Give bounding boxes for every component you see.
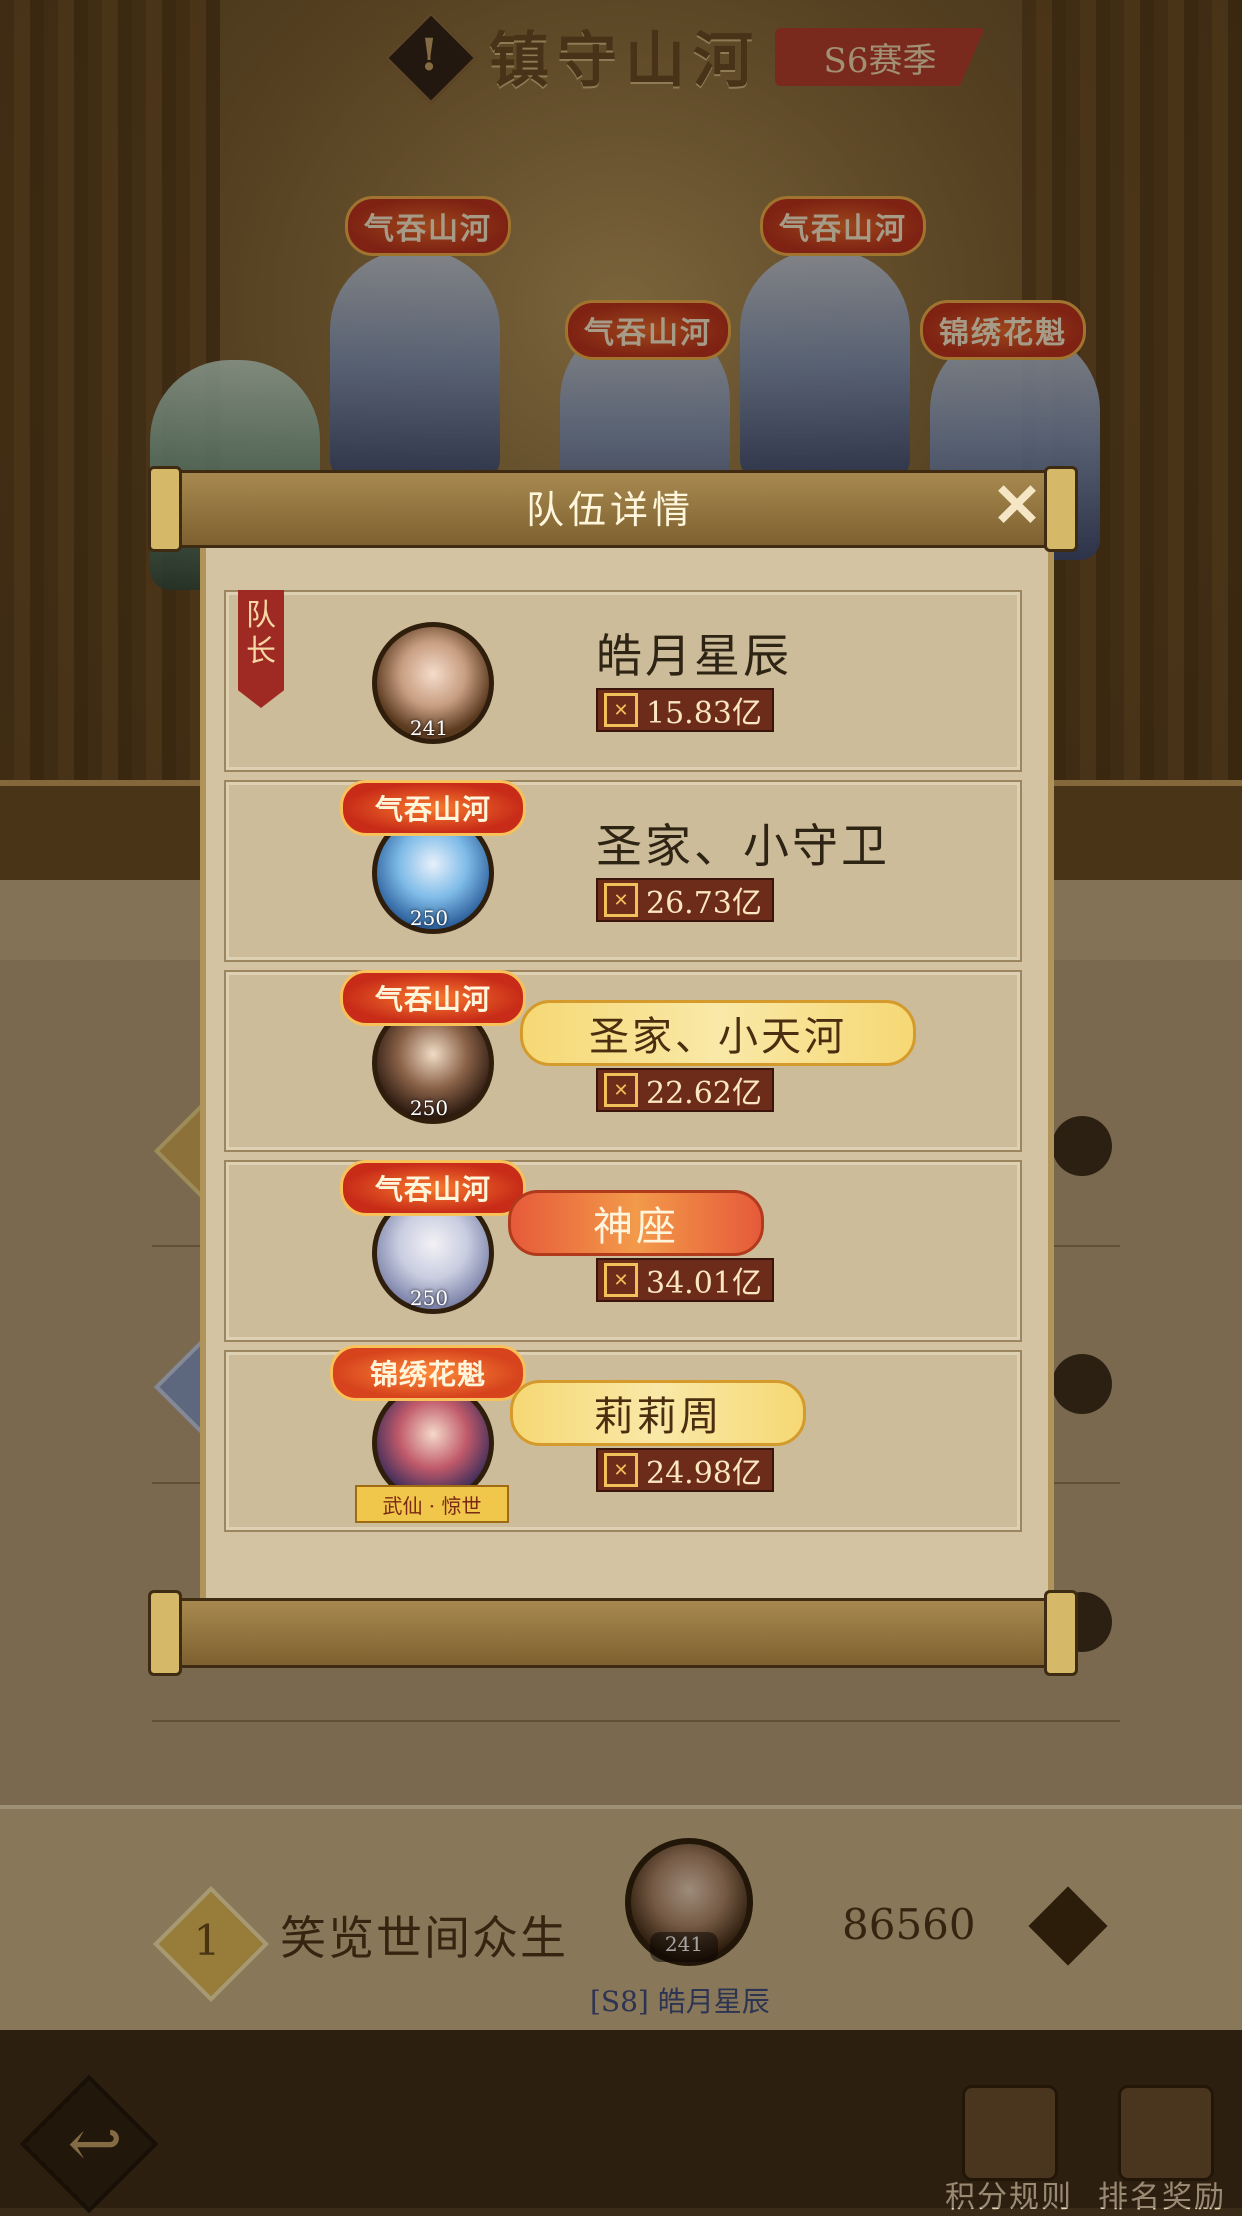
power-chip: ✕ 15.83亿 xyxy=(596,688,774,732)
member-name: 皓月星辰 xyxy=(596,629,792,683)
power-icon: ✕ xyxy=(604,1453,638,1487)
member-name: 神座 xyxy=(593,1204,679,1250)
member-name: 圣家、小天河 xyxy=(589,1014,847,1060)
power-chip: ✕ 26.73亿 xyxy=(596,878,774,922)
power-chip: ✕ 24.98亿 xyxy=(596,1448,774,1492)
member-title-badge: 锦绣花魁 xyxy=(330,1345,526,1401)
member-level: 241 xyxy=(409,716,449,740)
power-icon: ✕ xyxy=(604,693,638,727)
power-icon: ✕ xyxy=(604,1073,638,1107)
member-title-badge: 气吞山河 xyxy=(340,970,526,1026)
member-power: 22.62亿 xyxy=(646,1076,762,1111)
member-title-badge: 气吞山河 xyxy=(340,780,526,836)
scroll-end-cap xyxy=(148,1590,182,1676)
modal-title: 队伍详情 xyxy=(525,487,694,532)
member-power: 15.83亿 xyxy=(646,696,762,731)
member-level: 250 xyxy=(409,906,449,930)
member-sub-tag: 武仙 · 惊世 xyxy=(355,1485,509,1523)
power-icon: ✕ xyxy=(604,883,638,917)
power-icon: ✕ xyxy=(604,1263,638,1297)
power-chip: ✕ 22.62亿 xyxy=(596,1068,774,1112)
close-icon[interactable]: ✕ xyxy=(985,471,1049,541)
member-name-banner: 神座 xyxy=(508,1190,764,1256)
member-level: 250 xyxy=(409,1286,449,1310)
member-title-badge: 气吞山河 xyxy=(340,1160,526,1216)
power-chip: ✕ 34.01亿 xyxy=(596,1258,774,1302)
member-power: 24.98亿 xyxy=(646,1456,762,1491)
member-level: 250 xyxy=(409,1096,449,1120)
member-power: 34.01亿 xyxy=(646,1266,762,1301)
scroll-end-cap xyxy=(1044,1590,1078,1676)
member-name: 圣家、小守卫 xyxy=(596,819,890,873)
member-name-banner: 莉莉周 xyxy=(510,1380,806,1446)
captain-label: 队长 xyxy=(246,598,276,669)
member-name: 莉莉周 xyxy=(593,1394,723,1440)
modal-footer-scroll xyxy=(148,1598,1078,1668)
member-power: 26.73亿 xyxy=(646,886,762,921)
member-name-banner: 圣家、小天河 xyxy=(520,1000,916,1066)
